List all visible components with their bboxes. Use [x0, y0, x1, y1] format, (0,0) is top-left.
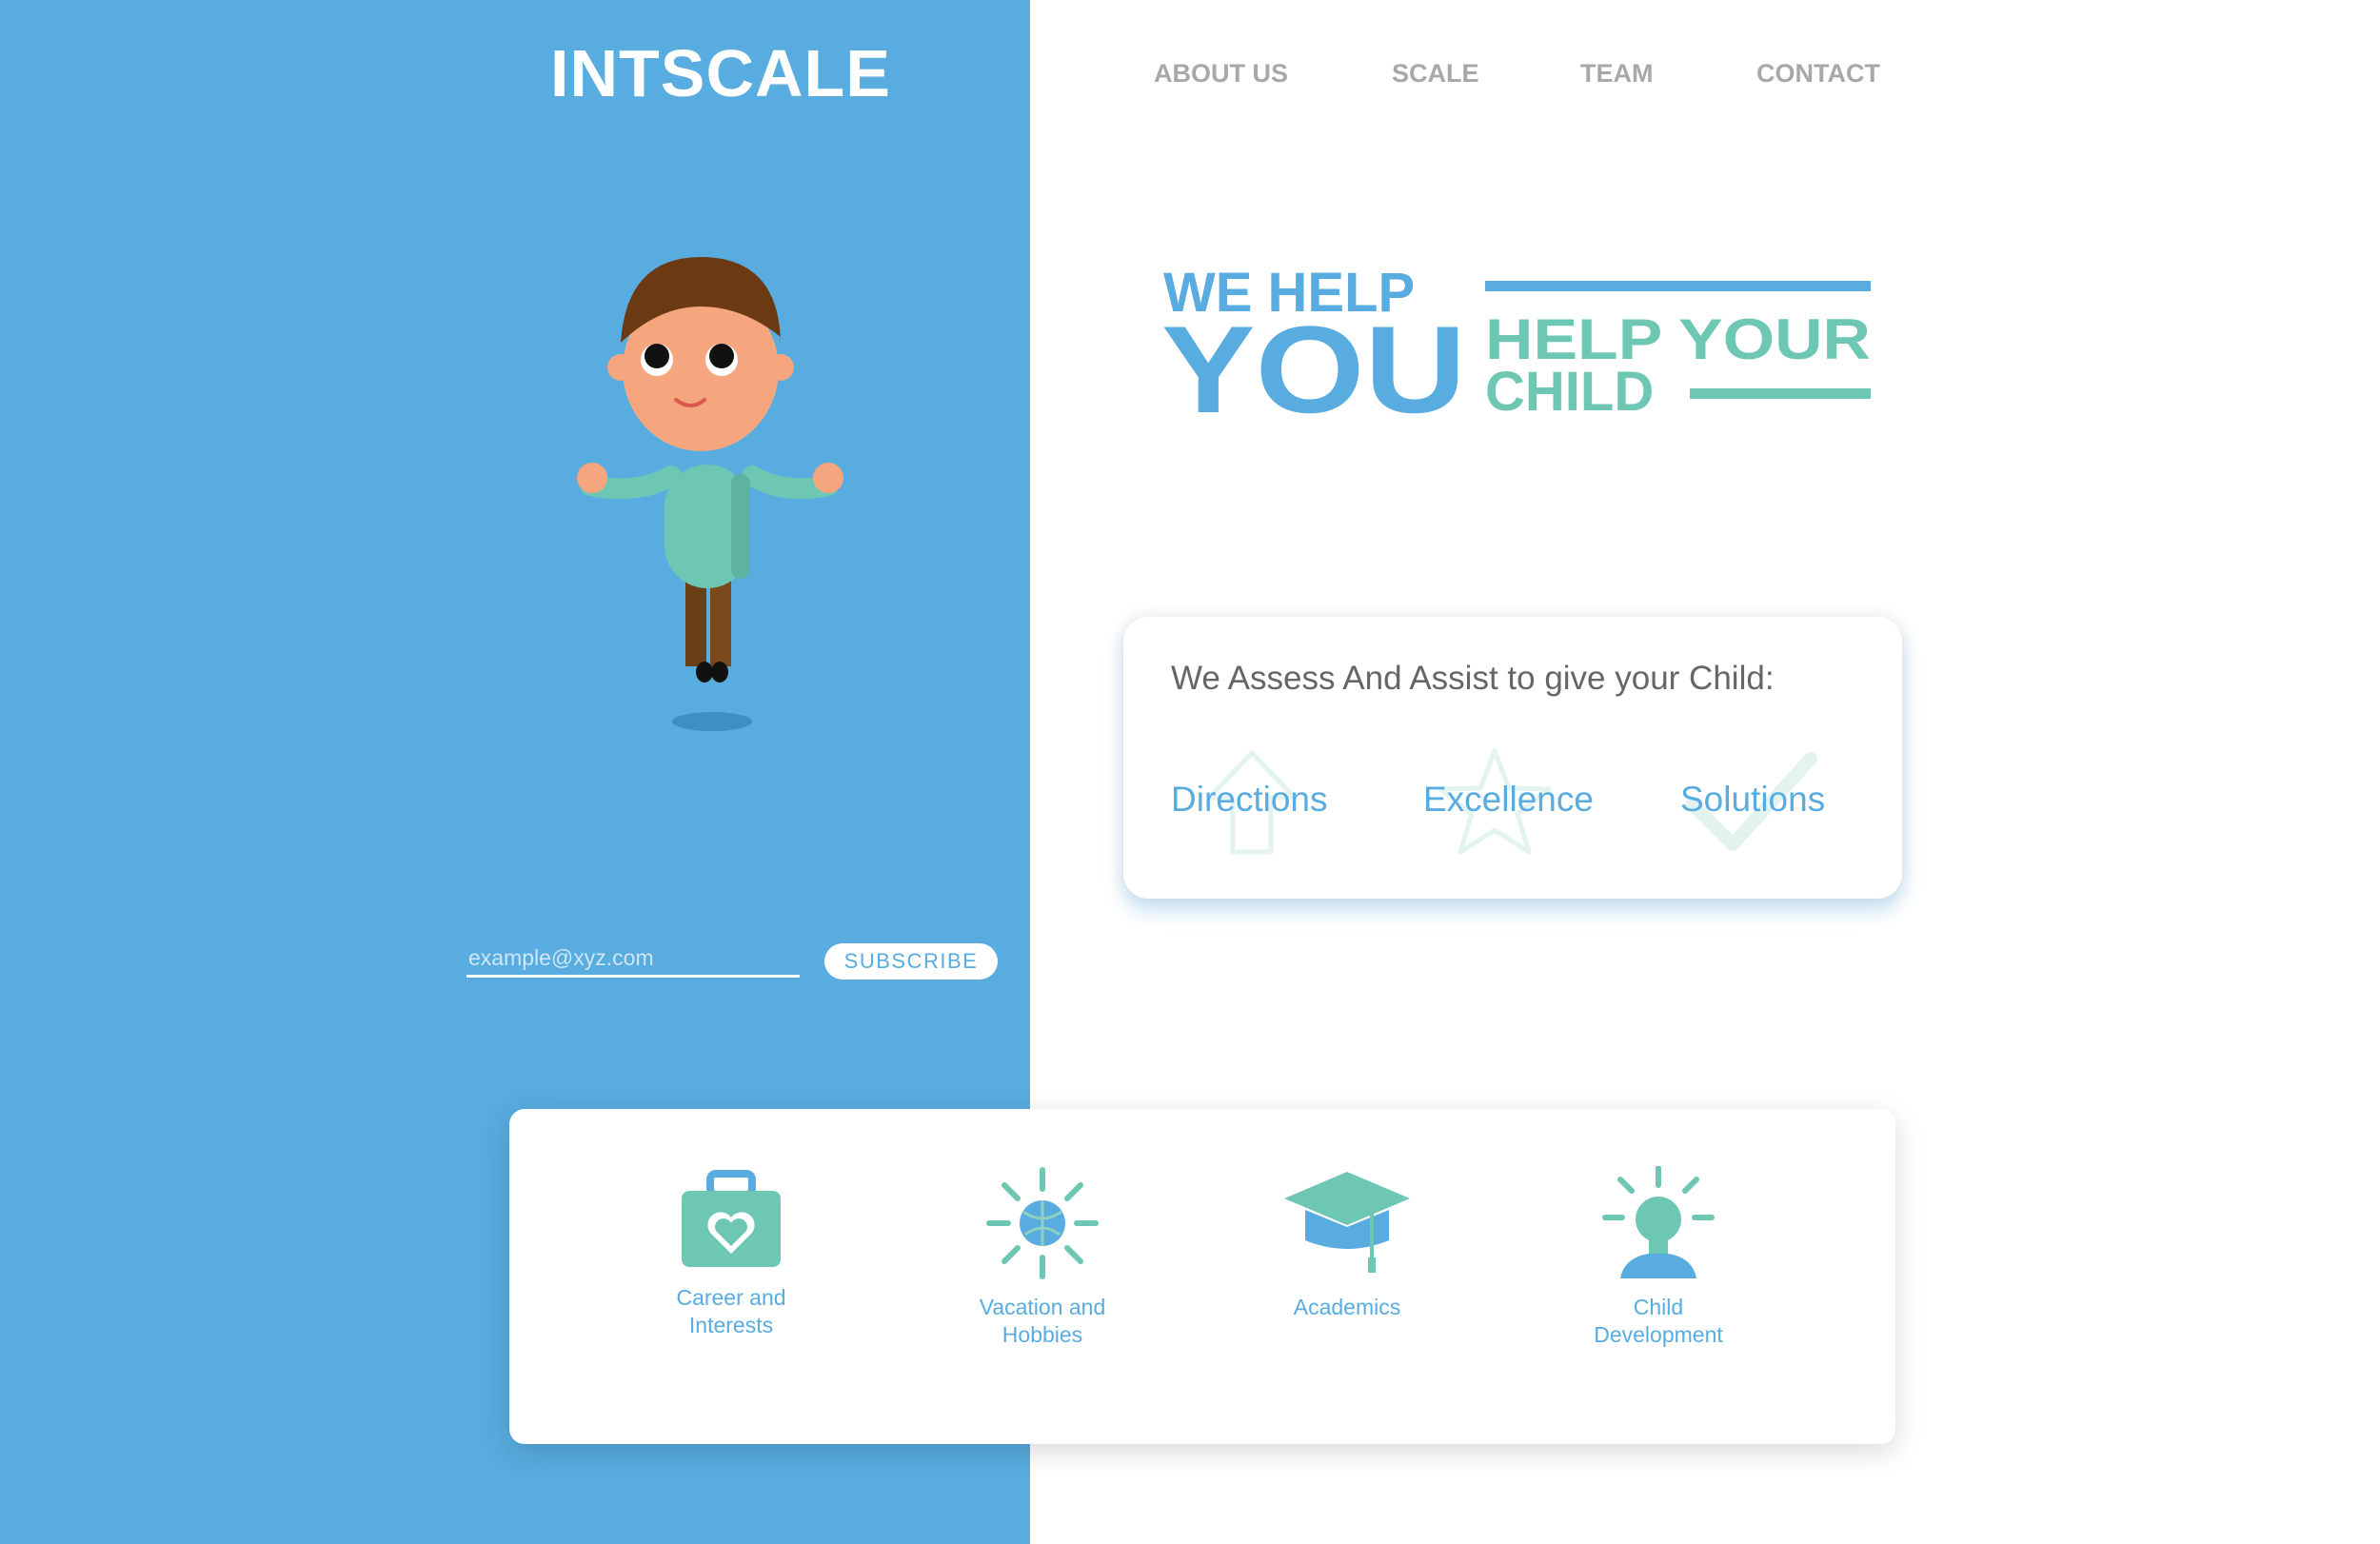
graduation-cap-icon — [1284, 1172, 1410, 1273]
shoe-right — [711, 662, 728, 683]
benefit-excellence: Excellence — [1423, 780, 1594, 819]
assess-card: We Assess And Assist to give your Child:… — [1123, 617, 1902, 899]
service-academics[interactable]: Academics — [1223, 1166, 1471, 1321]
child-illustration — [577, 257, 843, 731]
benefit-directions: Directions — [1171, 780, 1328, 819]
hero-rule-bottom — [1690, 388, 1871, 399]
service-vacation-label-1: Vacation and — [979, 1295, 1106, 1319]
assess-title: We Assess And Assist to give your Child: — [1171, 660, 1775, 697]
service-vacation[interactable]: Vacation and Hobbies — [919, 1166, 1166, 1349]
service-career-label-1: Career and — [676, 1285, 786, 1310]
page: INTSCALE ABOUT US SCALE TEAM CONTACT WE … — [0, 0, 2380, 1544]
hero-rule-top — [1485, 281, 1871, 291]
leg-right — [710, 581, 731, 666]
lightbulb-person-icon — [1602, 1166, 1715, 1278]
service-career-label-2: Interests — [688, 1313, 774, 1337]
sun-ball-icon — [986, 1167, 1099, 1279]
hand-left — [577, 463, 607, 493]
torso-shade — [731, 474, 750, 579]
service-vacation-label-2: Hobbies — [1002, 1322, 1083, 1347]
hero-headline: WE HELP YOU HELP YOUR CHILD — [1161, 262, 1871, 424]
nav-about-us[interactable]: ABOUT US — [1154, 57, 1288, 89]
service-development[interactable]: Child Development — [1535, 1166, 1782, 1349]
hero-you: YOU — [1161, 300, 1466, 424]
nav-team[interactable]: TEAM — [1580, 57, 1654, 89]
eye-left-pupil — [645, 344, 669, 368]
nav-scale[interactable]: SCALE — [1392, 57, 1479, 89]
subscribe-button[interactable]: SUBSCRIBE — [824, 943, 998, 980]
benefit-solutions: Solutions — [1680, 780, 1826, 819]
services-card: Career and Interests Vacation and Hobbie… — [509, 1109, 1895, 1444]
shadow — [672, 712, 752, 731]
shoe-left — [696, 662, 713, 683]
service-development-label-1: Child — [1633, 1295, 1684, 1319]
briefcase-heart-icon — [682, 1170, 781, 1267]
leg-left — [685, 581, 706, 666]
hand-right — [813, 463, 843, 493]
hero-child: CHILD — [1485, 361, 1654, 423]
brand-logo[interactable]: INTSCALE — [550, 34, 891, 112]
service-development-label-2: Development — [1594, 1322, 1723, 1347]
eye-right-pupil — [709, 344, 734, 368]
email-input[interactable] — [466, 940, 800, 978]
service-academics-label-1: Academics — [1293, 1295, 1401, 1319]
service-career[interactable]: Career and Interests — [607, 1166, 855, 1339]
nav-contact[interactable]: CONTACT — [1756, 57, 1880, 89]
